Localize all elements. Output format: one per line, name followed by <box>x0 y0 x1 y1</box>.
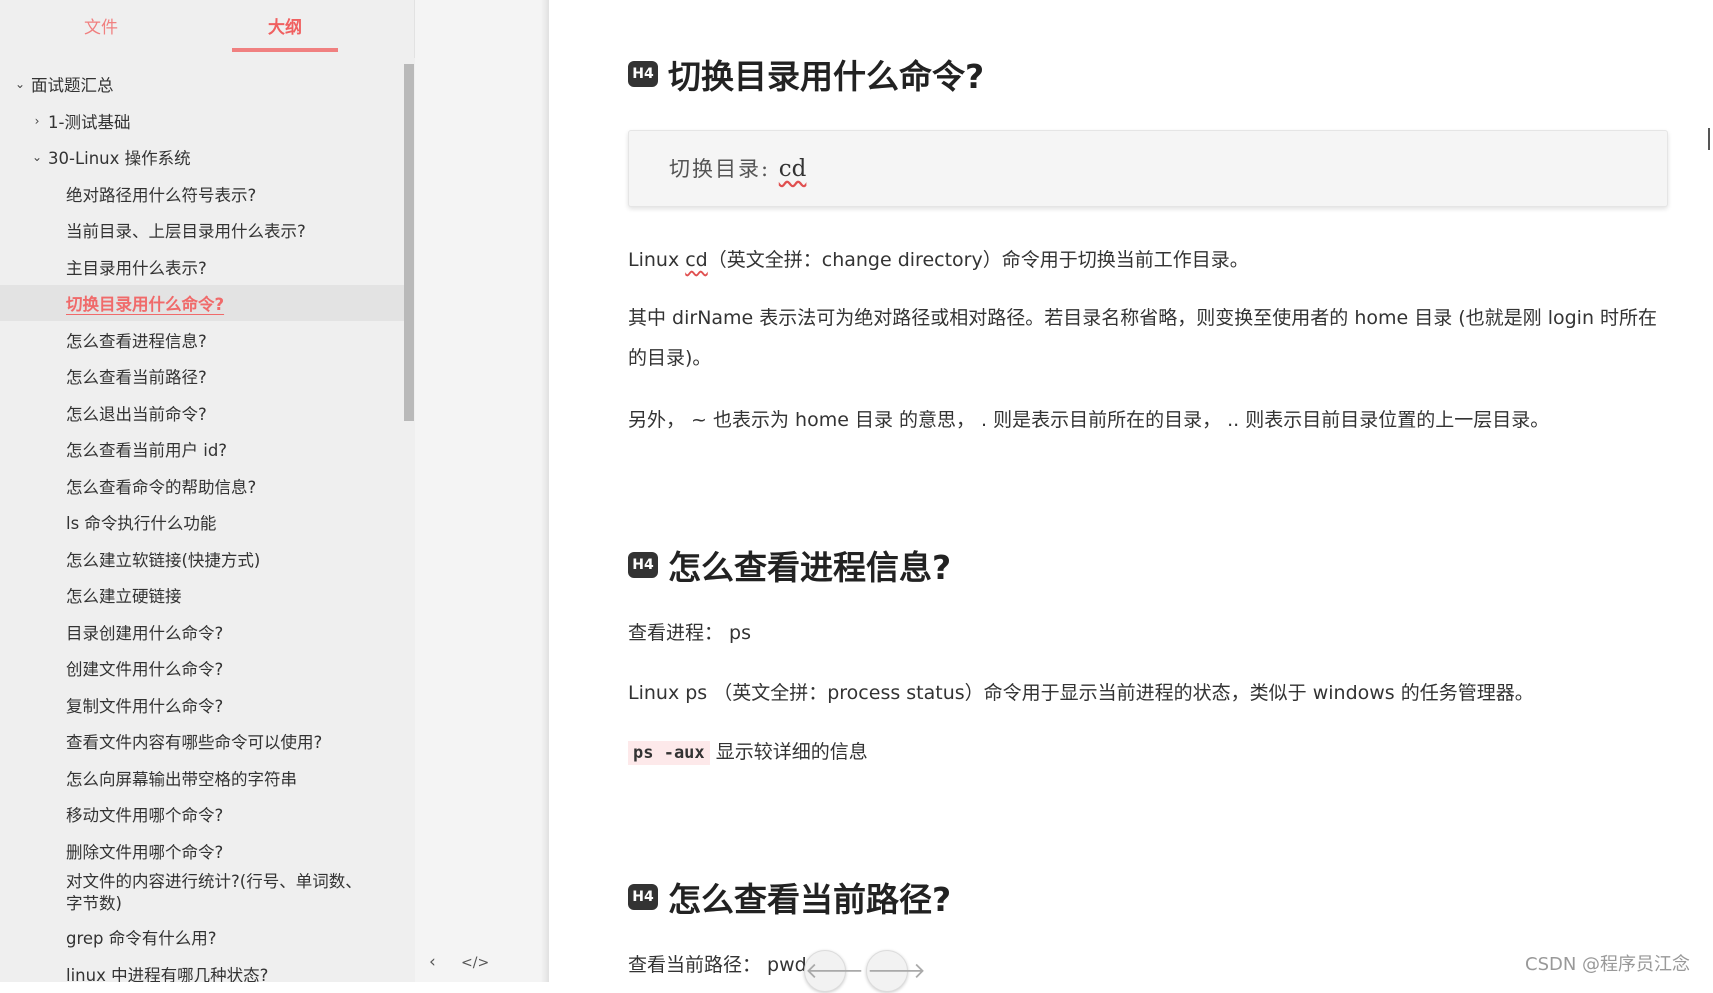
h4-badge: H4 <box>628 552 658 578</box>
prev-arrow-icon[interactable]: 🡐 <box>804 950 864 992</box>
code-command: cd <box>778 156 807 182</box>
paragraph-cd-desc: Linux cd（英文全拼：change directory）命令用于切换当前工… <box>628 245 1249 272</box>
tab-outline[interactable]: 大纲 <box>232 0 338 52</box>
outline-item[interactable]: 删除文件用哪个命令? <box>0 833 404 869</box>
outline-item[interactable]: 怎么建立软链接(快捷方式) <box>0 541 404 577</box>
h4-badge: H4 <box>628 61 658 87</box>
paragraph-ps-desc: Linux ps （英文全拼：process status）命令用于显示当前进程… <box>628 682 1534 704</box>
outline-item-label: grep 命令有什么用? <box>66 929 217 948</box>
outline-item[interactable]: 绝对路径用什么符号表示? <box>0 176 404 212</box>
outline-item[interactable]: linux 中进程有哪几种状态? <box>0 956 404 983</box>
heading-process-info: H4 怎么查看进程信息? <box>628 541 951 589</box>
outline-item-label: 创建文件用什么命令? <box>66 660 224 679</box>
outline-item[interactable]: 怎么查看进程信息? <box>0 322 404 358</box>
outline-item-label: 移动文件用哪个命令? <box>66 806 224 825</box>
sidebar-tabs: 文件 大纲 <box>0 0 415 58</box>
outline-item-label: 怎么退出当前命令? <box>66 404 207 424</box>
collapse-sidebar-icon[interactable]: ‹ <box>429 952 436 972</box>
code-card: 切换目录: cd <box>628 130 1668 207</box>
outline-item[interactable]: ⌄ 30-Linux 操作系统 <box>0 139 404 175</box>
paragraph-ps-aux: ps -aux 显示较详细的信息 <box>628 737 868 765</box>
outline-item-label: 怎么查看命令的帮助信息? <box>66 477 257 497</box>
heading-text: 切换目录用什么命令? <box>668 57 985 96</box>
outline-item[interactable]: 主目录用什么表示? <box>0 249 404 285</box>
outline-item[interactable]: 怎么向屏幕输出带空格的字符串 <box>0 760 404 796</box>
outline-item-label: 面试题汇总 <box>31 76 114 95</box>
outline-item[interactable]: 当前目录、上层目录用什么表示? <box>0 212 404 248</box>
outline-item[interactable]: ls 命令执行什么功能 <box>0 504 404 540</box>
sidebar: 文件 大纲 ⌄ 面试题汇总 › 1-测试基础 ⌄ 30-Linux 操作系统绝对路径用什么… <box>0 0 415 982</box>
outline-item-label: linux 中进程有哪几种状态? <box>66 965 269 983</box>
next-arrow-icon[interactable]: 🡒 <box>866 950 926 992</box>
outline-item-label: 30-Linux 操作系统 <box>48 149 191 168</box>
outline-item-label: 怎么建立软链接(快捷方式) <box>66 550 261 570</box>
para-text: Linux <box>628 249 686 271</box>
outline-item-label: 1-测试基础 <box>48 112 131 132</box>
gutter: ‹ </> <box>415 0 549 982</box>
outline-item-label: 怎么查看进程信息? <box>66 331 207 351</box>
outline-item[interactable]: › 1-测试基础 <box>0 103 404 139</box>
outline-item-label: 当前目录、上层目录用什么表示? <box>66 222 306 241</box>
chevron-down-icon[interactable]: ⌄ <box>31 150 43 164</box>
outline-item[interactable]: 对文件的内容进行统计?(行号、单词数、字节数) <box>0 869 404 917</box>
inline-code: ps -aux <box>628 741 710 765</box>
outline-item[interactable]: 移动文件用哪个命令? <box>0 796 404 832</box>
gutter-shadow <box>541 0 549 982</box>
outline-item[interactable]: 创建文件用什么命令? <box>0 650 404 686</box>
paragraph-pwd: 查看当前路径： pwd <box>628 954 807 976</box>
chevron-right-icon[interactable]: › <box>31 114 43 128</box>
outline-item-label: 怎么向屏幕输出带空格的字符串 <box>66 769 297 789</box>
outline-item-label: 主目录用什么表示? <box>66 258 207 278</box>
outline-item-label: 绝对路径用什么符号表示? <box>66 185 257 205</box>
code-label: 切换目录: <box>669 157 771 181</box>
outline-item-label: 删除文件用哪个命令? <box>66 842 224 862</box>
heading-text: 怎么查看进程信息? <box>668 548 952 587</box>
outline-item[interactable]: 怎么查看命令的帮助信息? <box>0 468 404 504</box>
outline-item[interactable]: 怎么建立硬链接 <box>0 577 404 613</box>
editor-content[interactable]: H4 切换目录用什么命令? 切换目录: cd Linux cd（英文全拼：cha… <box>549 0 1713 992</box>
heading-switch-directory: H4 切换目录用什么命令? <box>628 50 984 98</box>
heading-current-path: H4 怎么查看当前路径? <box>628 873 951 921</box>
watermark: CSDN @程序员江念 <box>1525 954 1691 975</box>
outline-item-label: 切换目录用什么命令? <box>66 295 225 314</box>
outline-item-label: 怎么查看当前用户 id? <box>66 441 228 460</box>
tab-files[interactable]: 文件 <box>48 0 154 52</box>
outline-item-label: ls 命令执行什么功能 <box>66 514 217 533</box>
paragraph-home: 另外， ~ 也表示为 home 目录 的意思， . 则是表示目前所在的目录， .… <box>628 409 1550 431</box>
text-cursor <box>1708 128 1710 150</box>
outline-item[interactable]: 切换目录用什么命令? <box>0 285 404 321</box>
outline-item[interactable]: 查看文件内容有哪些命令可以使用? <box>0 723 404 759</box>
h4-badge: H4 <box>628 884 658 910</box>
code-text: 切换目录: cd <box>669 153 806 183</box>
outline-item-label: 查看文件内容有哪些命令可以使用? <box>66 733 323 752</box>
para-text: （英文全拼：change directory）命令用于切换当前工作目录。 <box>707 249 1249 271</box>
outline-item[interactable]: grep 命令有什么用? <box>0 919 404 955</box>
paragraph-dirname: 其中 dirName 表示法可为绝对路径或相对路径。若目录名称省略，则变换至使用… <box>628 307 1658 369</box>
heading-text: 怎么查看当前路径? <box>668 880 952 919</box>
chevron-down-icon[interactable]: ⌄ <box>14 77 26 91</box>
outline-item[interactable]: 怎么查看当前用户 id? <box>0 431 404 467</box>
para-cd-word: cd <box>685 249 708 271</box>
paragraph-ps: 查看进程： ps <box>628 622 751 644</box>
outline-item[interactable]: 怎么查看当前路径? <box>0 358 404 394</box>
outline-item[interactable]: 复制文件用什么命令? <box>0 687 404 723</box>
outline-item-label: 对文件的内容进行统计?(行号、单词数、字节数) <box>66 872 362 913</box>
outline-item[interactable]: ⌄ 面试题汇总 <box>0 66 404 102</box>
outline-item-label: 怎么建立硬链接 <box>66 587 182 606</box>
sidebar-scrollbar-thumb[interactable] <box>404 64 414 421</box>
source-mode-icon[interactable]: </> <box>461 955 489 971</box>
outline-item-label: 目录创建用什么命令? <box>66 623 224 643</box>
outline-list: ⌄ 面试题汇总 › 1-测试基础 ⌄ 30-Linux 操作系统绝对路径用什么符号表示? 当… <box>0 66 404 982</box>
outline-item[interactable]: 怎么退出当前命令? <box>0 395 404 431</box>
para-text: 显示较详细的信息 <box>709 741 868 763</box>
outline-item-label: 复制文件用什么命令? <box>66 696 224 716</box>
outline-item-label: 怎么查看当前路径? <box>66 368 207 387</box>
outline-item[interactable]: 目录创建用什么命令? <box>0 614 404 650</box>
